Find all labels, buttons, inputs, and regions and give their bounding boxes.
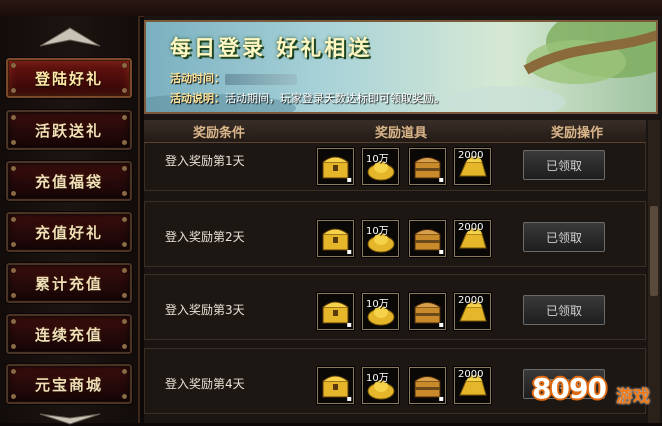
main-panel: 每日登录 好礼相送 活动时间： 活动说明：活动期间，玩家登录天数达标即可领取奖励… bbox=[144, 16, 662, 423]
reward-condition: 登入奖励第3天 bbox=[165, 303, 245, 317]
gold-ingot-icon[interactable]: 10万 bbox=[362, 367, 399, 404]
scroll-up-arrow-icon[interactable] bbox=[34, 22, 106, 52]
sidebar-item-login-gift[interactable]: 登陆好礼 bbox=[6, 58, 132, 98]
redacted-time bbox=[225, 73, 297, 85]
sidebar-item-label: 连续充值 bbox=[34, 325, 103, 344]
banner-title: 每日登录 好礼相送 bbox=[170, 35, 373, 60]
golden-chest-icon[interactable]: ▪ bbox=[317, 293, 354, 330]
event-description-text: 活动期间，玩家登录天数达标即可领取奖励。 bbox=[225, 92, 445, 105]
sidebar: 登陆好礼 活跃送礼 充值福袋 充值好礼 累计充值 连续充值 元宝商城 bbox=[0, 16, 140, 426]
scrollbar-thumb[interactable] bbox=[650, 206, 658, 296]
site-watermark: 8090 游戏 bbox=[532, 368, 662, 423]
claimed-button[interactable]: 已领取 bbox=[523, 222, 605, 252]
claimed-button[interactable]: 已领取 bbox=[523, 150, 605, 180]
item-quantity: 2000 bbox=[458, 222, 484, 233]
watermark-number: 8090 bbox=[532, 372, 607, 405]
header-condition: 奖励条件 bbox=[192, 125, 245, 141]
sidebar-item-consecutive-recharge[interactable]: 连续充值 bbox=[6, 314, 132, 354]
gold-ingot-icon[interactable]: 10万 bbox=[362, 220, 399, 257]
event-description-label: 活动说明： bbox=[170, 92, 225, 105]
window-top-frame bbox=[0, 0, 662, 17]
item-quantity: 2000 bbox=[458, 295, 484, 306]
item-quantity: 2000 bbox=[458, 369, 484, 380]
reward-condition: 登入奖励第2天 bbox=[165, 230, 245, 244]
claimed-button[interactable]: 已领取 bbox=[523, 295, 605, 325]
sidebar-item-cumulative-recharge[interactable]: 累计充值 bbox=[6, 263, 132, 303]
scroll-down-arrow-icon[interactable] bbox=[34, 412, 106, 426]
sidebar-item-recharge-gift[interactable]: 充值好礼 bbox=[6, 212, 132, 252]
event-time-label: 活动时间： bbox=[170, 72, 225, 85]
event-banner: 每日登录 好礼相送 活动时间： 活动说明：活动期间，玩家登录天数达标即可领取奖励… bbox=[144, 20, 658, 114]
event-description-row: 活动说明：活动期间，玩家登录天数达标即可领取奖励。 bbox=[170, 90, 445, 106]
golden-chest-icon[interactable]: ▪ bbox=[317, 148, 354, 185]
bronze-chest-icon[interactable]: ▪ bbox=[409, 148, 446, 185]
bronze-chest-icon[interactable]: ▪ bbox=[409, 367, 446, 404]
gold-ingot-icon[interactable]: 10万 bbox=[362, 148, 399, 185]
reward-condition: 登入奖励第4天 bbox=[165, 377, 245, 391]
gold-bar-icon[interactable]: 2000 bbox=[454, 148, 491, 185]
golden-chest-icon[interactable]: ▪ bbox=[317, 367, 354, 404]
gold-bar-icon[interactable]: 2000 bbox=[454, 220, 491, 257]
reward-table-header: 奖励条件 奖励道具 奖励操作 bbox=[144, 120, 646, 143]
item-quantity: 10万 bbox=[366, 226, 389, 237]
table-row: 登入奖励第2天 ▪ 10万 ▪ 2000 已领取 bbox=[144, 201, 646, 267]
header-items: 奖励道具 bbox=[374, 125, 427, 141]
gold-bar-icon[interactable]: 2000 bbox=[454, 293, 491, 330]
watermark-text: 游戏 bbox=[616, 387, 650, 407]
item-quantity: 2000 bbox=[458, 150, 484, 161]
item-quantity: 10万 bbox=[366, 299, 389, 310]
bronze-chest-icon[interactable]: ▪ bbox=[409, 293, 446, 330]
bronze-chest-icon[interactable]: ▪ bbox=[409, 220, 446, 257]
sidebar-item-label: 活跃送礼 bbox=[34, 121, 103, 140]
sidebar-item-label: 累计充值 bbox=[34, 274, 103, 293]
sidebar-item-recharge-bag[interactable]: 充值福袋 bbox=[6, 161, 132, 201]
table-row: 登入奖励第1天 ▪ 10万 ▪ 2000 已领取 bbox=[144, 143, 646, 191]
sidebar-item-label: 充值好礼 bbox=[34, 223, 103, 242]
sidebar-item-label: 登陆好礼 bbox=[34, 69, 103, 88]
sidebar-item-activity-gift[interactable]: 活跃送礼 bbox=[6, 110, 132, 150]
item-quantity: 10万 bbox=[366, 154, 389, 165]
golden-chest-icon[interactable]: ▪ bbox=[317, 220, 354, 257]
gold-ingot-icon[interactable]: 10万 bbox=[362, 293, 399, 330]
sidebar-item-ingot-shop[interactable]: 元宝商城 bbox=[6, 364, 132, 404]
sidebar-item-label: 充值福袋 bbox=[34, 172, 103, 191]
gold-bar-icon[interactable]: 2000 bbox=[454, 367, 491, 404]
item-quantity: 10万 bbox=[366, 373, 389, 384]
sidebar-item-label: 元宝商城 bbox=[34, 375, 103, 394]
table-row: 登入奖励第3天 ▪ 10万 ▪ 2000 已领取 bbox=[144, 274, 646, 340]
header-action: 奖励操作 bbox=[550, 125, 603, 141]
reward-condition: 登入奖励第1天 bbox=[165, 154, 245, 168]
event-time-row: 活动时间： bbox=[170, 70, 297, 86]
